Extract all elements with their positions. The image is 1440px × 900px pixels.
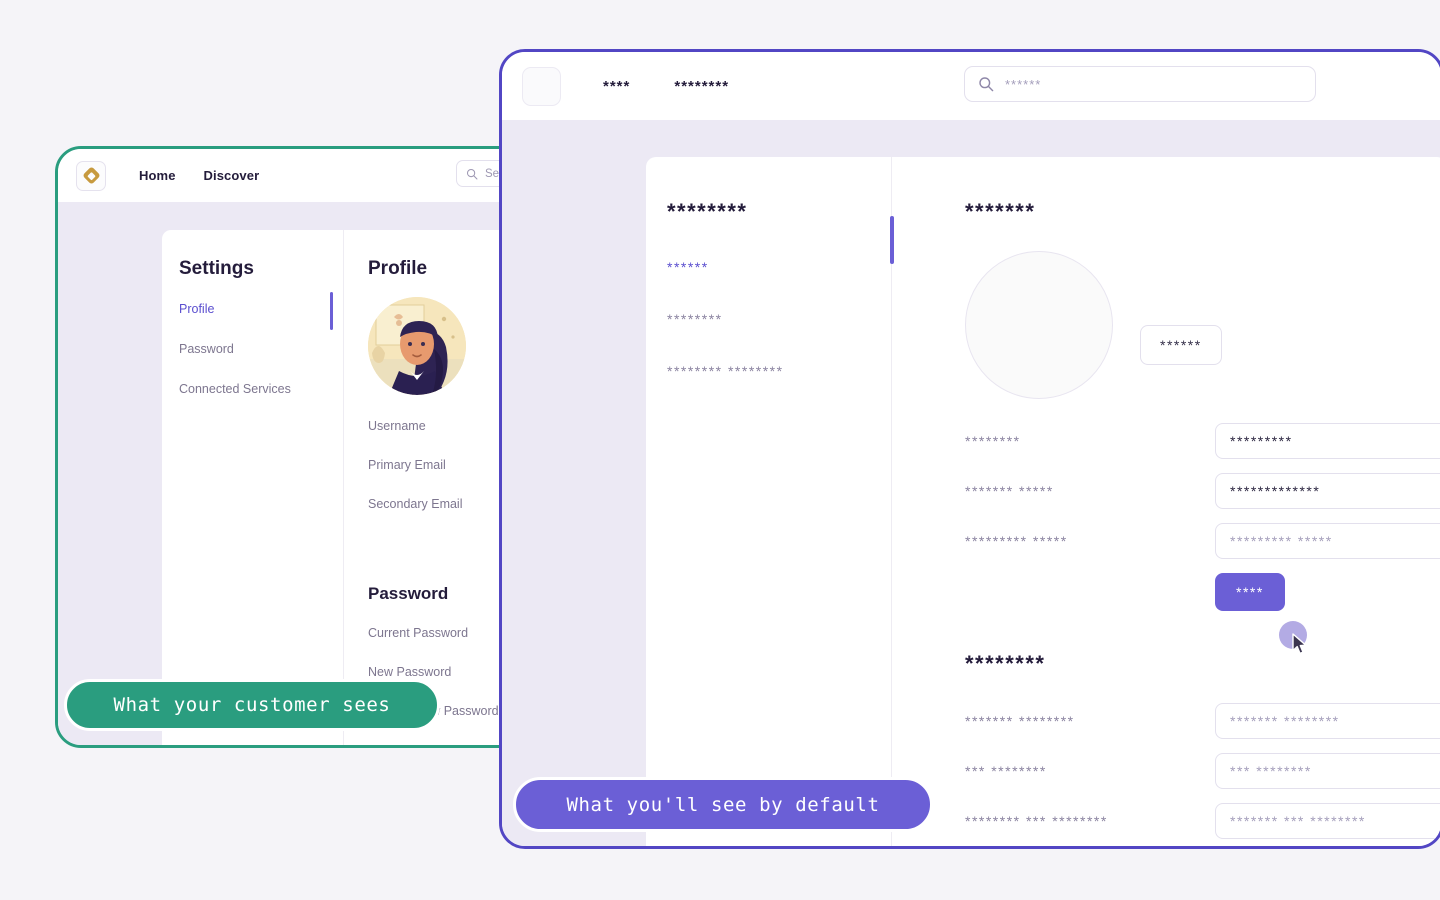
input-primary-email[interactable]: ************* [1215, 473, 1440, 509]
default-view-card: **** ******** ****** ******** ****** ***… [499, 49, 1440, 849]
sidebar-item-password[interactable]: Password [179, 342, 343, 356]
diamond-logo-icon[interactable] [76, 160, 106, 191]
password-title-masked: ******** [965, 651, 1046, 676]
form-row-new-password: *** ******** *** ******** [965, 753, 1440, 789]
form-row-primary-email: ******* ***** ************* [965, 473, 1440, 509]
callout-customer-view: What your customer sees [64, 679, 440, 731]
input-confirm-new-password[interactable]: ******* *** ******** [1215, 803, 1440, 839]
label-confirm-new-password-masked: ******** *** ******** [965, 813, 1108, 829]
form-row-confirm-new-password: ******** *** ******** ******* *** ******… [965, 803, 1440, 839]
profile-title-masked: ******* [965, 199, 1036, 224]
sidebar-item-profile[interactable]: Profile [179, 302, 343, 316]
form-row-username: ******** ********* [965, 423, 1440, 459]
label-secondary-email-masked: ********* ***** [965, 533, 1068, 549]
settings-title: Settings [179, 258, 254, 279]
save-button[interactable]: **** [1215, 573, 1285, 611]
right-search-box[interactable]: ****** [964, 66, 1316, 102]
diamond-shape [81, 166, 101, 185]
settings-title-masked: ******** [667, 199, 748, 224]
label-new-password-masked: *** ******** [965, 763, 1047, 779]
nav-link-discover-masked[interactable]: ******** [674, 78, 729, 95]
user-avatar-illustration [368, 297, 466, 395]
right-settings-sidebar: ******** ****** ******** ******** ******… [646, 157, 894, 846]
right-profile-content: ******* ****** ******** ********* ******… [892, 157, 1440, 846]
search-icon [979, 77, 994, 92]
sidebar-item-connected-services-masked[interactable]: ******** ******** [667, 363, 891, 379]
input-current-password[interactable]: ******* ******** [1215, 703, 1440, 739]
left-main-nav: Home Discover [139, 168, 259, 183]
form-row-secondary-email: ********* ***** ********* ***** [965, 523, 1440, 559]
right-search-placeholder: ****** [1005, 76, 1042, 92]
input-username[interactable]: ********* [1215, 423, 1440, 459]
sidebar-item-profile-masked[interactable]: ****** [667, 259, 891, 275]
right-page-body: ******** ****** ******** ******** ******… [502, 120, 1440, 846]
avatar-row: ****** [965, 251, 1440, 399]
mouse-cursor-icon [1292, 633, 1307, 655]
sidebar-item-connected-services[interactable]: Connected Services [179, 382, 343, 396]
active-indicator-bar [890, 216, 894, 264]
avatar-placeholder-icon [965, 251, 1113, 399]
callout-default-view: What you'll see by default [513, 777, 933, 832]
sidebar-item-password-masked[interactable]: ******** [667, 311, 891, 327]
active-indicator-bar [330, 292, 333, 330]
search-icon [466, 168, 478, 179]
nav-link-home[interactable]: Home [139, 168, 176, 183]
label-username-masked: ******** [965, 433, 1021, 449]
app-logo-icon[interactable] [522, 66, 561, 106]
right-top-navbar: **** ******** ****** [502, 52, 1440, 120]
input-new-password[interactable]: *** ******** [1215, 753, 1440, 789]
label-primary-email-masked: ******* ***** [965, 483, 1054, 499]
nav-link-home-masked[interactable]: **** [603, 78, 630, 95]
screenshot-stage: Home Discover Search Settings Profile Pa… [0, 0, 1440, 900]
form-row-current-password: ******* ******** ******* ******** [965, 703, 1440, 739]
right-settings-panel: ******** ****** ******** ******** ******… [646, 157, 1440, 846]
input-secondary-email[interactable]: ********* ***** [1215, 523, 1440, 559]
label-current-password-masked: ******* ******** [965, 713, 1075, 729]
right-main-nav: **** ******** [603, 78, 729, 95]
left-settings-sidebar: Settings Profile Password Connected Serv… [162, 230, 344, 745]
upload-avatar-button[interactable]: ****** [1140, 325, 1222, 365]
nav-link-discover[interactable]: Discover [204, 168, 260, 183]
